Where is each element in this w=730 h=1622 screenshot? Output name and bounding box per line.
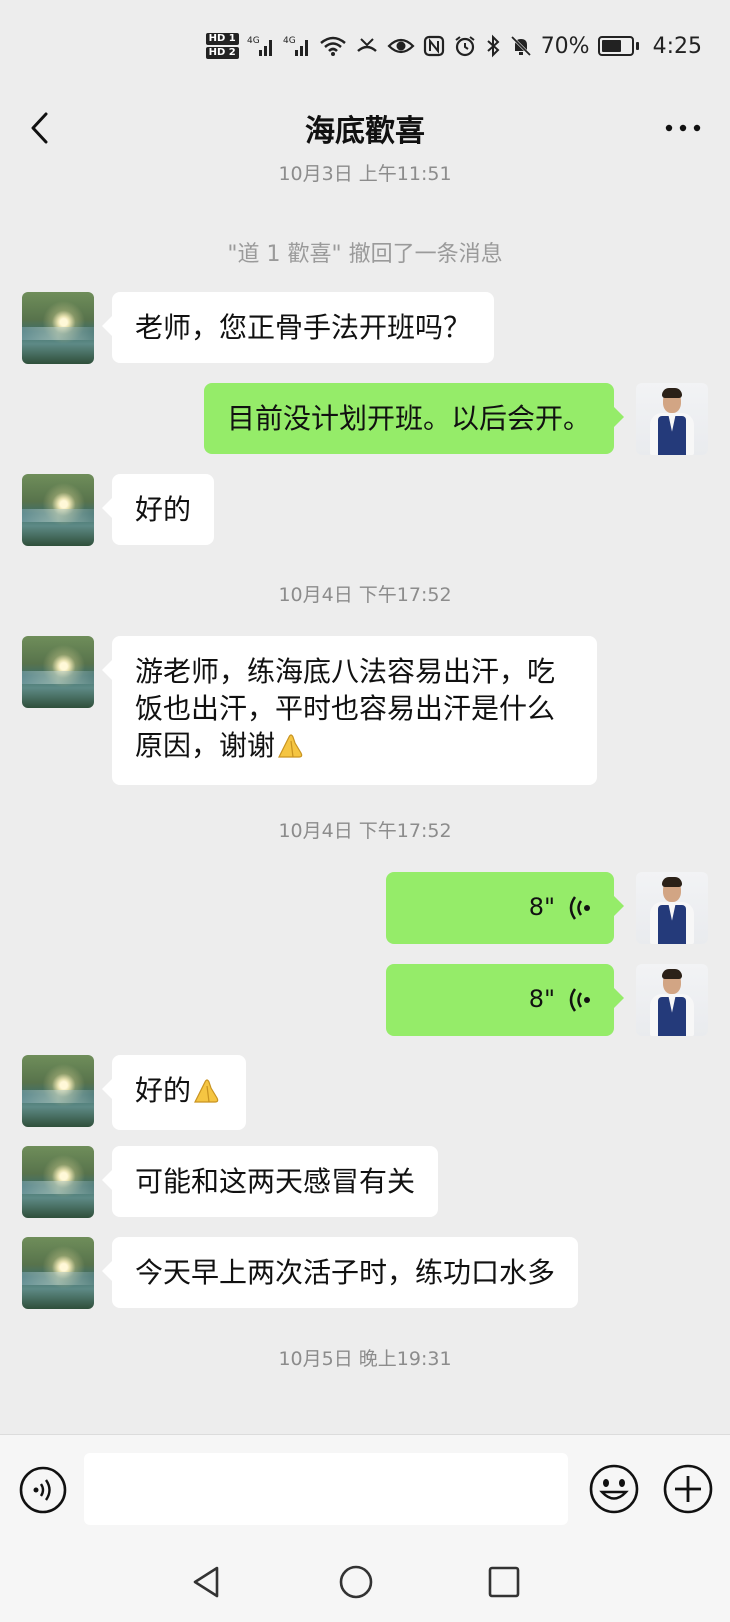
nav-back-button[interactable] bbox=[186, 1562, 226, 1602]
back-button[interactable] bbox=[20, 108, 60, 148]
contact-avatar[interactable] bbox=[22, 636, 94, 708]
self-avatar[interactable] bbox=[636, 383, 708, 455]
voice-message-bubble[interactable]: 8" bbox=[386, 964, 624, 1036]
nav-home-button[interactable] bbox=[336, 1562, 376, 1602]
contact-avatar[interactable] bbox=[22, 292, 94, 364]
self-avatar[interactable] bbox=[636, 872, 708, 944]
folded-hands-emoji-icon bbox=[191, 1076, 223, 1113]
voice-duration: 8" bbox=[528, 893, 555, 921]
plus-icon bbox=[663, 1464, 713, 1514]
message-bubble[interactable]: 好的 bbox=[101, 474, 215, 545]
folded-hands-emoji-icon bbox=[275, 731, 307, 768]
message-bubble[interactable]: 今天早上两次活子时，练功口水多 bbox=[101, 1237, 579, 1308]
clock: 4:25 bbox=[652, 33, 702, 59]
more-icon bbox=[665, 124, 701, 132]
eye-icon bbox=[387, 31, 415, 61]
more-button[interactable] bbox=[658, 108, 708, 148]
recents-square-icon bbox=[488, 1566, 520, 1598]
bluetooth-icon bbox=[485, 31, 501, 61]
signal-icon: 4G bbox=[283, 31, 311, 61]
back-triangle-icon bbox=[193, 1566, 219, 1598]
message-bubble[interactable]: 游老师，练海底八法容易出汗，吃 饭也出汗，平时也容易出汗是什么 原因，谢谢 bbox=[102, 636, 597, 785]
svg-text:4G: 4G bbox=[283, 36, 296, 46]
message-text-line: 游老师，练海底八法容易出汗，吃 bbox=[135, 655, 556, 688]
hd-indicator: HD 1 HD 2 bbox=[205, 33, 239, 59]
page-title: 海底歡喜 bbox=[305, 114, 425, 149]
battery-percent: 70% bbox=[540, 33, 590, 59]
emoji-icon bbox=[589, 1464, 639, 1514]
self-avatar[interactable] bbox=[636, 964, 708, 1036]
message-text: 好的 bbox=[135, 493, 192, 526]
message-bubble[interactable]: 好的 bbox=[101, 1055, 247, 1130]
battery-icon bbox=[597, 36, 639, 56]
chat-header: 海底歡喜 bbox=[0, 92, 730, 164]
svg-text:4G: 4G bbox=[247, 36, 260, 46]
timestamp: 10月4日 下午17:52 bbox=[278, 820, 452, 842]
alarm-icon bbox=[453, 31, 477, 61]
message-bubble[interactable]: 目前没计划开班。以后会开。 bbox=[203, 383, 625, 454]
message-text: 今天早上两次活子时，练功口水多 bbox=[135, 1256, 556, 1289]
voice-input-button[interactable] bbox=[18, 1465, 68, 1515]
emoji-button[interactable] bbox=[588, 1463, 640, 1515]
message-text: 可能和这两天感冒有关 bbox=[135, 1165, 416, 1198]
timestamp: 10月3日 上午11:51 bbox=[278, 164, 452, 185]
contact-avatar[interactable] bbox=[22, 1055, 94, 1127]
voice-duration: 8" bbox=[528, 985, 555, 1013]
message-text-line: 饭也出汗，平时也容易出汗是什么 bbox=[135, 692, 556, 725]
contact-avatar[interactable] bbox=[22, 1146, 94, 1218]
nfc-icon bbox=[423, 31, 445, 61]
signal-icon: 4G bbox=[247, 31, 275, 61]
message-bubble[interactable]: 老师，您正骨手法开班吗？ bbox=[101, 292, 495, 363]
message-input[interactable] bbox=[84, 1453, 568, 1525]
status-bar: HD 1 HD 2 4G 4G 70% 4:25 bbox=[0, 0, 730, 92]
voice-message-bubble[interactable]: 8" bbox=[386, 872, 624, 944]
message-list[interactable]: 10月3日 上午11:51 "道 1 歡喜" 撤回了一条消息 老师，您正骨手法开… bbox=[0, 164, 730, 1434]
timestamp: 10月5日 晚上19:31 bbox=[278, 1348, 452, 1370]
system-nav-bar bbox=[0, 1542, 730, 1622]
timestamp: 10月4日 下午17:52 bbox=[278, 584, 452, 606]
contact-avatar[interactable] bbox=[22, 474, 94, 546]
voice-input-icon bbox=[19, 1466, 67, 1514]
message-text: 好的 bbox=[135, 1074, 192, 1107]
contact-avatar[interactable] bbox=[22, 1237, 94, 1309]
missed-call-icon bbox=[355, 31, 379, 61]
voice-wave-icon bbox=[569, 987, 590, 1012]
message-bubble[interactable]: 可能和这两天感冒有关 bbox=[101, 1146, 439, 1217]
voice-wave-icon bbox=[569, 895, 590, 920]
nav-recents-button[interactable] bbox=[484, 1562, 524, 1602]
recall-notice: "道 1 歡喜" 撤回了一条消息 bbox=[227, 242, 503, 267]
mute-icon bbox=[509, 31, 533, 61]
input-bar bbox=[0, 1434, 730, 1542]
hd2-label: HD 2 bbox=[205, 47, 239, 59]
more-actions-button[interactable] bbox=[662, 1463, 714, 1515]
message-text: 老师，您正骨手法开班吗？ bbox=[135, 311, 472, 344]
message-text: 目前没计划开班。以后会开。 bbox=[226, 402, 591, 435]
message-text-line: 原因，谢谢 bbox=[135, 729, 276, 762]
hd1-label: HD 1 bbox=[205, 33, 239, 45]
home-circle-icon bbox=[339, 1565, 373, 1599]
wifi-icon bbox=[319, 31, 347, 61]
chevron-left-icon bbox=[31, 112, 48, 144]
